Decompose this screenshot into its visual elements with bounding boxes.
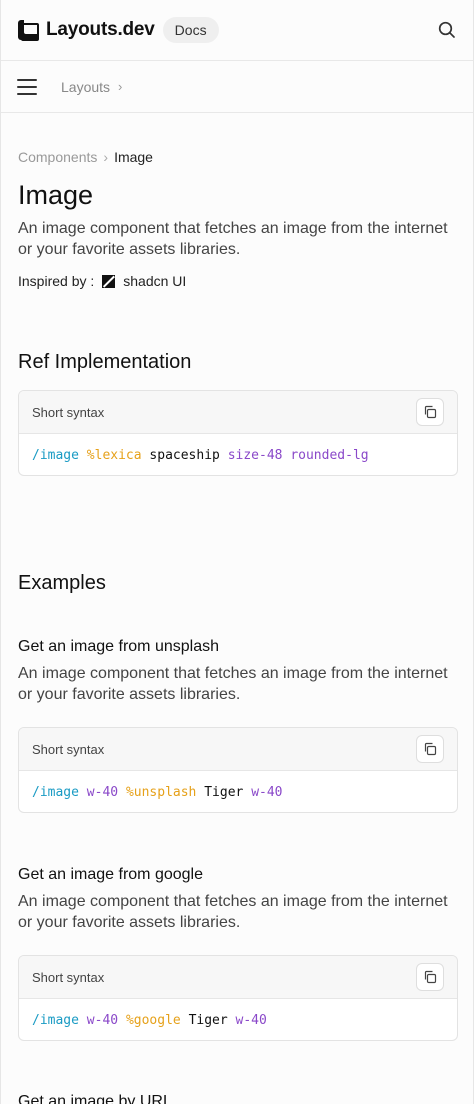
code-class: w-40 bbox=[86, 1012, 119, 1028]
search-icon[interactable] bbox=[437, 20, 457, 40]
code-command: /image bbox=[32, 1012, 79, 1028]
breadcrumb-current: Image bbox=[114, 149, 153, 165]
brand-name[interactable]: Layouts.dev bbox=[46, 19, 155, 41]
copy-button[interactable] bbox=[416, 963, 444, 991]
code-block: Short syntax /image w-40 %unsplash Tiger… bbox=[18, 727, 458, 813]
code-header: Short syntax bbox=[19, 728, 457, 771]
code-content[interactable]: /image w-40 %google Tiger w-40 bbox=[19, 999, 457, 1040]
code-class: w-40 bbox=[251, 784, 283, 800]
inspired-label: Inspired by : bbox=[18, 273, 95, 289]
code-header-label: Short syntax bbox=[32, 969, 105, 985]
code-header: Short syntax bbox=[19, 956, 457, 999]
code-text: spaceship bbox=[149, 447, 220, 463]
code-variable: %lexica bbox=[86, 447, 142, 463]
copy-button[interactable] bbox=[416, 735, 444, 763]
inspired-link[interactable]: shadcn UI bbox=[123, 273, 186, 289]
menu-icon[interactable] bbox=[17, 78, 37, 95]
nav-breadcrumb[interactable]: Layouts › bbox=[61, 79, 122, 95]
code-text: Tiger bbox=[188, 1012, 228, 1028]
copy-icon bbox=[424, 970, 437, 984]
code-command: /image bbox=[32, 784, 79, 800]
code-command: /image bbox=[32, 447, 79, 463]
example-description: An image component that fetches an image… bbox=[18, 893, 448, 931]
code-content[interactable]: /image %lexica spaceship size-48 rounded… bbox=[19, 434, 457, 475]
page-title: Image bbox=[18, 180, 94, 210]
page-frame: Layouts.dev Docs Layouts › Components › … bbox=[0, 0, 474, 1104]
breadcrumb-parent[interactable]: Components bbox=[18, 149, 97, 165]
code-header-label: Short syntax bbox=[32, 741, 105, 757]
chevron-right-icon: › bbox=[103, 149, 109, 165]
shadcn-logo-icon bbox=[102, 274, 116, 288]
code-variable: %unsplash bbox=[125, 784, 197, 800]
code-block: Short syntax /image %lexica spaceship si… bbox=[18, 390, 458, 476]
example-description: An image component that fetches an image… bbox=[18, 665, 448, 703]
logo-icon[interactable] bbox=[18, 20, 39, 41]
copy-icon bbox=[424, 742, 437, 756]
code-header-label: Short syntax bbox=[32, 404, 105, 420]
code-content[interactable]: /image w-40 %unsplash Tiger w-40 bbox=[19, 771, 457, 812]
page-description: An image component that fetches an image… bbox=[18, 220, 448, 258]
copy-button[interactable] bbox=[416, 398, 444, 426]
code-header: Short syntax bbox=[19, 391, 457, 434]
code-class: rounded-lg bbox=[290, 447, 369, 463]
example-title: Get an image by URL bbox=[18, 1093, 172, 1104]
example-title: Get an image from unsplash bbox=[18, 638, 219, 655]
examples-title: Examples bbox=[18, 572, 106, 594]
code-block: Short syntax /image w-40 %google Tiger w… bbox=[18, 955, 458, 1041]
code-class: w-40 bbox=[86, 784, 119, 800]
code-text: Tiger bbox=[204, 784, 244, 800]
breadcrumb: Components › Image bbox=[18, 149, 153, 165]
copy-icon bbox=[424, 405, 437, 419]
chevron-right-icon: › bbox=[118, 79, 123, 94]
nav-bar: Layouts › bbox=[1, 61, 473, 113]
top-bar: Layouts.dev Docs bbox=[1, 0, 473, 61]
nav-crumb-label[interactable]: Layouts bbox=[61, 79, 110, 95]
code-variable: %google bbox=[125, 1012, 181, 1028]
docs-badge[interactable]: Docs bbox=[162, 17, 219, 43]
example-title: Get an image from google bbox=[18, 866, 203, 883]
inspired-by: Inspired by : shadcn UI bbox=[18, 273, 186, 289]
ref-implementation-title: Ref Implementation bbox=[18, 351, 192, 373]
code-class: w-40 bbox=[235, 1012, 267, 1028]
code-class: size-48 bbox=[227, 447, 283, 463]
